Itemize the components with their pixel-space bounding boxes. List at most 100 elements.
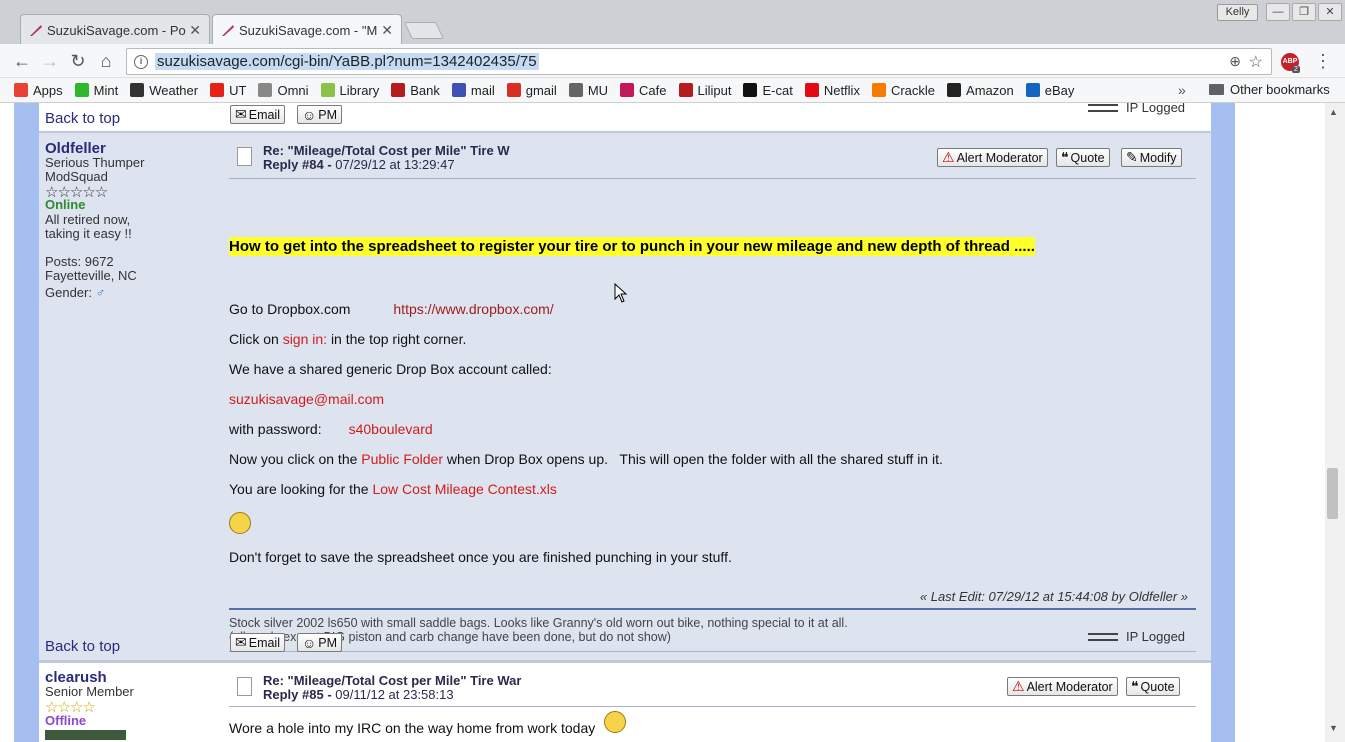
plug-icon — [1088, 103, 1118, 112]
profile-button[interactable]: Kelly — [1217, 4, 1258, 21]
person-icon: ☺ — [302, 634, 317, 651]
close-tab-icon[interactable]: ✕ — [381, 22, 393, 39]
ip-logged: IP Logged — [1088, 103, 1185, 115]
back-to-top-link[interactable]: Back to top — [45, 638, 120, 655]
public-folder-link[interactable]: Public Folder — [361, 451, 443, 467]
tab-label: SuzukiSavage.com - "M — [239, 22, 378, 38]
member-rank: Serious Thumper — [45, 155, 145, 170]
library-icon — [320, 83, 335, 97]
previous-post-footer: Back to top ✉ Email ☺ PM IP Logged — [39, 103, 1211, 131]
bookmark-bank[interactable]: Bank — [391, 83, 440, 98]
bookmark-apps[interactable]: Apps — [14, 83, 63, 98]
bookmark-ut[interactable]: UT — [210, 83, 246, 98]
chrome-menu-icon[interactable]: ⋮ — [1314, 51, 1332, 72]
info-icon[interactable]: i — [134, 55, 148, 69]
other-bookmarks[interactable]: Other bookmarks — [1209, 82, 1330, 97]
pm-button[interactable]: ☺ PM — [297, 105, 343, 124]
close-window-icon[interactable]: ✕ — [1318, 3, 1342, 21]
bookmark-omni[interactable]: Omni — [258, 83, 309, 98]
bookmark-e-cat[interactable]: E-cat — [743, 83, 793, 98]
bookmark-amazon[interactable]: Amazon — [947, 83, 1014, 98]
email-button[interactable]: ✉ Email — [230, 633, 285, 652]
mint-icon — [74, 83, 89, 97]
address-bar[interactable]: i suzukisavage.com/cgi-bin/YaBB.pl?num=1… — [126, 48, 1272, 75]
quote-icon: ❝ — [1131, 678, 1139, 694]
back-arrow-icon[interactable]: ← — [11, 51, 33, 73]
quote-icon: ❝ — [1061, 149, 1069, 165]
member-rank: Senior Member — [45, 684, 134, 699]
url-text[interactable]: suzukisavage.com/cgi-bin/YaBB.pl?num=134… — [155, 53, 539, 70]
post-85: clearush Senior Member ☆☆☆☆ Offline Re: … — [39, 663, 1211, 742]
envelope-icon: ✉ — [235, 634, 247, 650]
bookmark-crackle[interactable]: Crackle — [871, 83, 935, 98]
modify-button[interactable]: ✎ Modify — [1121, 148, 1182, 167]
sign-in-link[interactable]: sign in: — [283, 331, 327, 347]
post-subject[interactable]: Re: "Mileage/Total Cost per Mile" Tire W… — [263, 673, 521, 688]
post-header-divider — [229, 178, 1196, 179]
apps-grid-icon — [14, 83, 28, 97]
tab-suzukisavage-mileage[interactable]: SuzukiSavage.com - "M ✕ — [212, 14, 402, 45]
envelope-icon: ✉ — [235, 106, 247, 122]
scroll-up-arrow-icon[interactable]: ▲ — [1329, 107, 1338, 117]
save-reminder-line: Don't forget to save the spreadsheet onc… — [229, 549, 732, 565]
folder-icon — [1209, 84, 1224, 95]
personal-text-1: All retired now, — [45, 212, 131, 227]
account-email-link[interactable]: suzukisavage@mail.com — [229, 391, 384, 407]
signature-divider — [229, 608, 1196, 610]
bookmark-library[interactable]: Library — [320, 83, 379, 98]
page-scrollbar[interactable] — [1325, 103, 1345, 742]
maximize-icon[interactable]: ❐ — [1292, 3, 1316, 21]
email-button[interactable]: ✉ Email — [230, 105, 285, 124]
bookmark-mail[interactable]: mail — [451, 83, 495, 98]
gmail-icon — [506, 83, 521, 97]
page-border-left — [14, 103, 39, 742]
forward-arrow-icon[interactable]: → — [39, 51, 61, 73]
bookmark-netflix[interactable]: Netflix — [804, 83, 860, 98]
envelope-icon — [568, 83, 583, 97]
tab-label: SuzukiSavage.com - Po — [47, 22, 186, 38]
home-icon[interactable]: ⌂ — [95, 51, 117, 73]
alert-moderator-button[interactable]: ⚠ Alert Moderator — [937, 148, 1048, 167]
alert-moderator-button[interactable]: ⚠ Alert Moderator — [1007, 677, 1118, 696]
account-email-line: suzukisavage@mail.com — [229, 391, 384, 407]
scroll-down-arrow-icon[interactable]: ▼ — [1329, 723, 1338, 733]
dropbox-link[interactable]: https://www.dropbox.com/ — [393, 301, 553, 317]
document-icon — [237, 147, 252, 166]
bookmark-star-icon[interactable]: ☆ — [1249, 52, 1263, 72]
back-to-top-link[interactable]: Back to top — [45, 110, 120, 127]
amazon-icon — [947, 83, 962, 97]
zoom-icon[interactable]: ⊕ — [1229, 53, 1241, 70]
spreadsheet-link[interactable]: Low Cost Mileage Contest.xls — [372, 481, 556, 497]
feather-icon — [30, 25, 42, 36]
reply-info: Reply #85 - 09/11/12 at 23:58:13 — [263, 687, 454, 702]
plug-icon — [1088, 632, 1118, 641]
tab-suzukisavage-posts[interactable]: SuzukiSavage.com - Po ✕ — [20, 14, 210, 45]
bookmark-gmail[interactable]: gmail — [506, 83, 557, 98]
scrollbar-thumb[interactable] — [1327, 468, 1338, 519]
bookmark-cafe[interactable]: Cafe — [620, 83, 667, 98]
ebay-icon — [1025, 83, 1040, 97]
shared-account-line: We have a shared generic Drop Box accoun… — [229, 361, 552, 377]
bookmark-liliput[interactable]: Liliput — [678, 83, 731, 98]
minimize-icon[interactable]: — — [1266, 3, 1290, 21]
close-tab-icon[interactable]: ✕ — [189, 22, 201, 39]
pm-button[interactable]: ☺ PM — [297, 633, 343, 652]
bookmark-mu[interactable]: MU — [568, 83, 608, 98]
quote-button[interactable]: ❝ Quote — [1056, 148, 1110, 167]
page-icon — [258, 83, 273, 97]
bookmark-mint[interactable]: Mint — [74, 83, 118, 98]
ecat-icon — [743, 83, 758, 97]
new-tab-button[interactable] — [404, 22, 444, 39]
bookmark-weather[interactable]: Weather — [130, 83, 198, 98]
bookmarks-bar: Apps Mint Weather UT Omni Library Bank mail gmai… — [0, 78, 1345, 103]
reload-icon[interactable]: ↻ — [67, 51, 89, 73]
post-subject[interactable]: Re: "Mileage/Total Cost per Mile" Tire W — [263, 143, 510, 158]
post-84: Oldfeller Serious Thumper ModSquad ☆☆☆☆☆… — [39, 133, 1211, 660]
warning-icon: ⚠ — [1012, 678, 1025, 694]
avatar — [45, 730, 126, 740]
ip-logged: IP Logged — [1088, 629, 1185, 644]
bookmark-ebay[interactable]: eBay — [1025, 83, 1074, 98]
bookmarks-overflow-icon[interactable]: » — [1178, 82, 1186, 98]
forum-thread: Back to top ✉ Email ☺ PM IP Logged Oldfell… — [39, 103, 1211, 742]
quote-button[interactable]: ❝ Quote — [1126, 677, 1180, 696]
